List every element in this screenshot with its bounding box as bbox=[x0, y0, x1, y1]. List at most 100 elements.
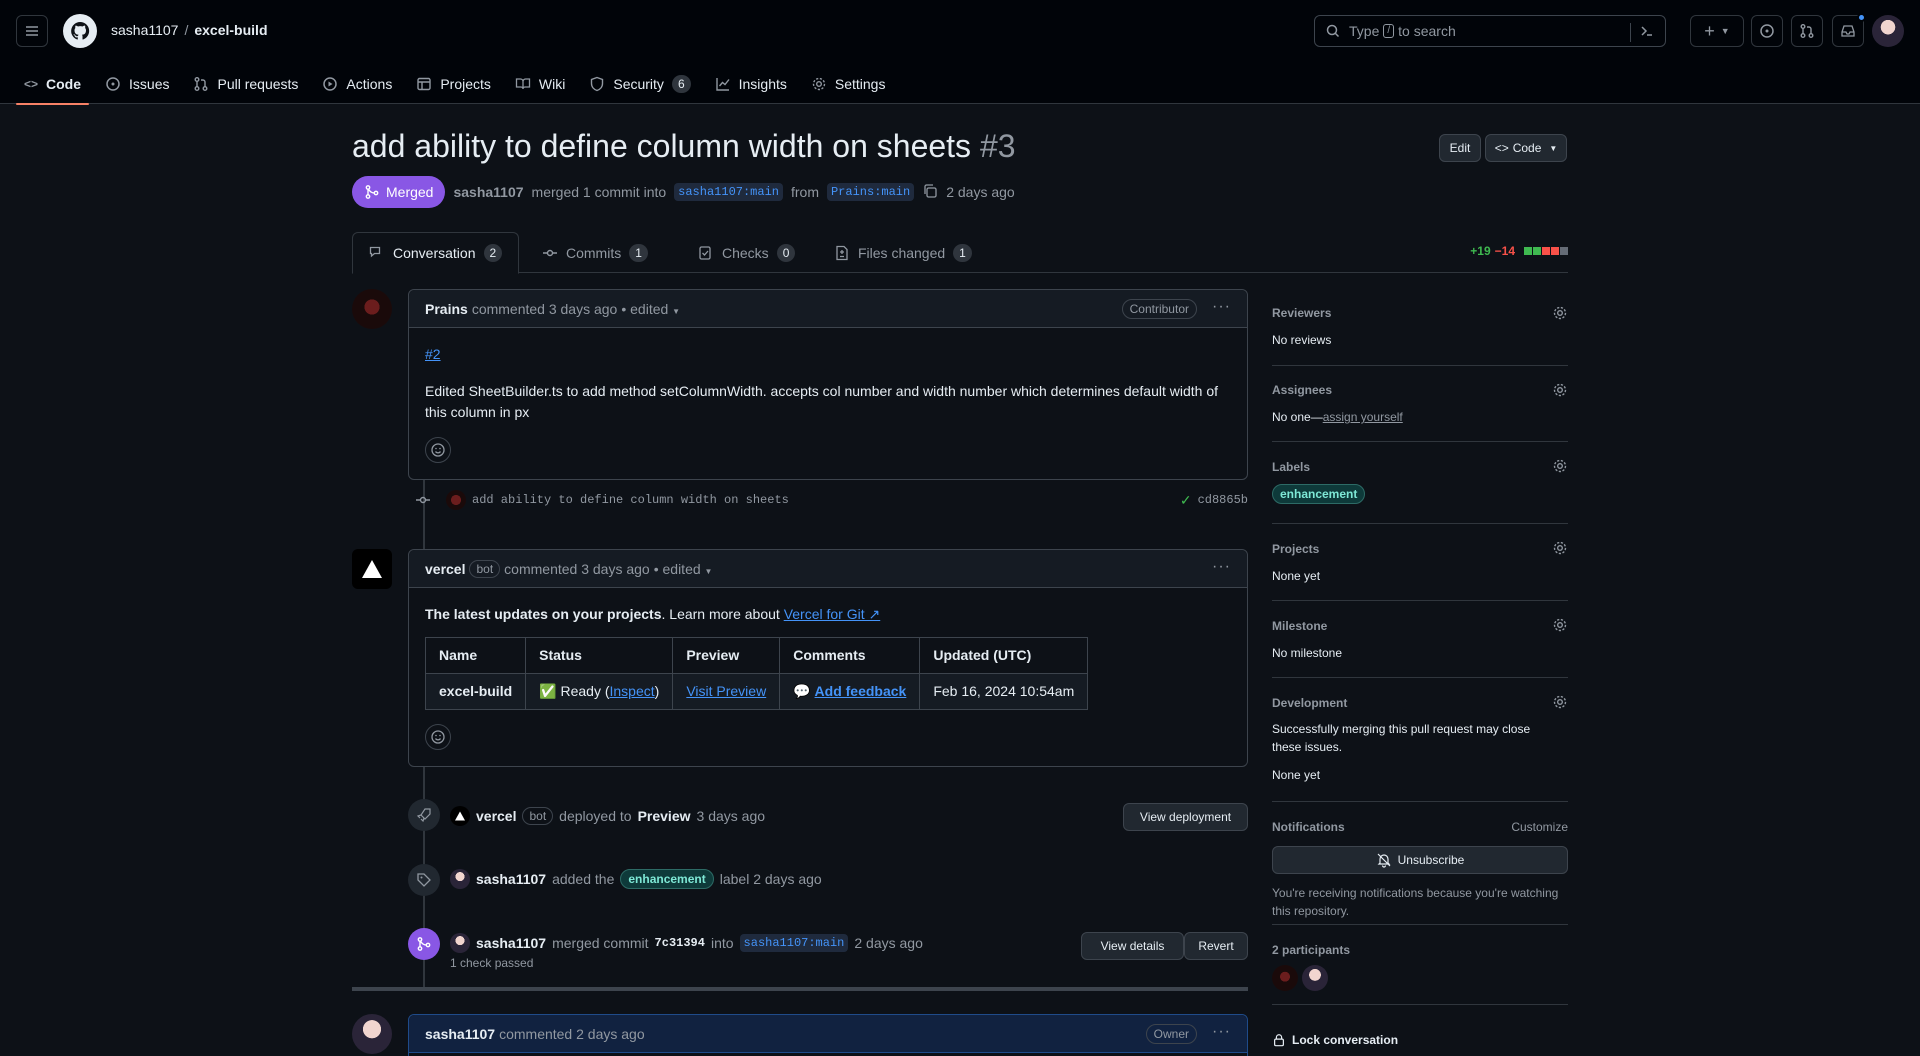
tab-code[interactable]: <> Code bbox=[12, 64, 93, 105]
gear-icon[interactable] bbox=[1552, 617, 1568, 636]
projects-section[interactable]: Projects None yet bbox=[1272, 524, 1568, 601]
head-branch[interactable]: Prains:main bbox=[826, 183, 915, 201]
timeline-divider bbox=[352, 987, 1248, 991]
gear-icon[interactable] bbox=[1552, 540, 1568, 559]
edit-title-button[interactable]: Edit bbox=[1439, 134, 1481, 162]
tab-actions[interactable]: Actions bbox=[310, 64, 404, 104]
reviewers-section[interactable]: Reviewers No reviews bbox=[1272, 288, 1568, 366]
milestone-section[interactable]: Milestone No milestone bbox=[1272, 601, 1568, 678]
tab-checks[interactable]: Checks 0 bbox=[682, 232, 811, 273]
avatar[interactable] bbox=[446, 490, 466, 510]
comment-timestamp[interactable]: commented 2 days ago bbox=[499, 1026, 645, 1042]
tab-files-changed[interactable]: Files changed 1 bbox=[818, 232, 988, 273]
security-count: 6 bbox=[671, 75, 691, 93]
issue-link[interactable]: #2 bbox=[425, 346, 441, 362]
smiley-icon bbox=[431, 730, 445, 744]
actor-link[interactable]: sasha1107 bbox=[476, 935, 546, 951]
actor-link[interactable]: vercel bbox=[476, 808, 516, 824]
environment-link[interactable]: Preview bbox=[638, 808, 691, 824]
search-shortcut-key: / bbox=[1383, 24, 1395, 38]
revert-button[interactable]: Revert bbox=[1184, 932, 1248, 960]
gear-icon[interactable] bbox=[1552, 458, 1568, 477]
lock-conversation-link[interactable]: Lock conversation bbox=[1272, 1033, 1398, 1047]
create-new-button[interactable]: + ▼ bbox=[1690, 15, 1744, 47]
table-row: excel-build ✅ Ready (Inspect) Visit Prev… bbox=[424, 673, 1089, 710]
label-badge[interactable]: enhancement bbox=[1272, 484, 1366, 504]
assign-yourself-link[interactable]: assign yourself bbox=[1323, 410, 1403, 424]
comment-author[interactable]: vercel bbox=[425, 561, 465, 577]
avatar[interactable] bbox=[352, 289, 392, 329]
tab-issues[interactable]: Issues bbox=[93, 64, 181, 104]
tab-conversation[interactable]: Conversation 2 bbox=[352, 232, 520, 274]
tag-icon bbox=[408, 864, 440, 896]
comment-timestamp[interactable]: commented 3 days ago bbox=[472, 301, 618, 317]
add-reaction-button[interactable] bbox=[425, 437, 451, 463]
avatar[interactable] bbox=[352, 549, 392, 589]
participant-avatar[interactable] bbox=[1302, 965, 1328, 991]
pull-requests-button[interactable] bbox=[1791, 15, 1823, 47]
owner-link[interactable]: sasha1107 bbox=[111, 22, 178, 38]
add-reaction-button[interactable] bbox=[425, 724, 451, 750]
visit-preview-link[interactable]: Visit Preview bbox=[686, 683, 766, 699]
avatar[interactable] bbox=[450, 806, 470, 826]
participant-avatar[interactable] bbox=[1272, 965, 1298, 991]
menu-button[interactable] bbox=[16, 15, 48, 47]
gear-icon[interactable] bbox=[1552, 305, 1568, 324]
copy-icon[interactable] bbox=[922, 183, 938, 202]
user-avatar[interactable] bbox=[1872, 15, 1904, 47]
notifications-button[interactable] bbox=[1832, 13, 1866, 47]
tab-commits[interactable]: Commits 1 bbox=[526, 232, 664, 273]
search-input[interactable]: Type / to search bbox=[1314, 15, 1666, 47]
tab-security[interactable]: Security 6 bbox=[577, 64, 702, 104]
code-icon: <> bbox=[1494, 141, 1509, 155]
kebab-icon[interactable]: ··· bbox=[1212, 298, 1231, 316]
comment-timestamp[interactable]: commented 3 days ago bbox=[504, 561, 650, 577]
label-badge[interactable]: enhancement bbox=[620, 869, 714, 889]
issues-button[interactable] bbox=[1751, 15, 1783, 47]
diffstat: +19 −14 bbox=[1470, 244, 1568, 258]
avatar[interactable] bbox=[450, 869, 470, 889]
commit-message[interactable]: add ability to define column width on sh… bbox=[472, 493, 789, 507]
view-details-button[interactable]: View details bbox=[1081, 932, 1184, 960]
customize-link[interactable]: Customize bbox=[1511, 820, 1568, 834]
edited-dropdown[interactable]: • edited ▼ bbox=[654, 561, 713, 577]
base-branch[interactable]: sasha1107:main bbox=[739, 934, 849, 952]
avatar[interactable] bbox=[352, 1014, 392, 1054]
gear-icon[interactable] bbox=[1552, 382, 1568, 401]
pr-author-link[interactable]: sasha1107 bbox=[453, 184, 523, 200]
repo-link[interactable]: excel-build bbox=[194, 22, 267, 38]
unsubscribe-button[interactable]: Unsubscribe bbox=[1272, 846, 1568, 874]
commit-sha[interactable]: cd8865b bbox=[1198, 493, 1248, 507]
base-branch[interactable]: sasha1107:main bbox=[674, 183, 783, 201]
development-section[interactable]: Development Successfully merging this pu… bbox=[1272, 678, 1568, 802]
gear-icon[interactable] bbox=[1552, 694, 1568, 713]
vercel-git-link[interactable]: Vercel for Git ↗ bbox=[784, 606, 881, 622]
label-event: sasha1107 added the enhancement label 2 … bbox=[450, 869, 822, 889]
actor-link[interactable]: sasha1107 bbox=[476, 871, 546, 887]
comment-discussion-icon bbox=[369, 246, 381, 258]
pr-number: #3 bbox=[979, 128, 1016, 164]
tab-wiki[interactable]: Wiki bbox=[503, 64, 577, 104]
inbox-icon bbox=[1841, 25, 1855, 37]
add-feedback-link[interactable]: Add feedback bbox=[815, 683, 907, 699]
comment-author[interactable]: Prains bbox=[425, 301, 468, 317]
inspect-link[interactable]: Inspect bbox=[610, 683, 655, 699]
tab-insights[interactable]: Insights bbox=[703, 64, 799, 104]
avatar[interactable] bbox=[450, 933, 470, 953]
assignees-section[interactable]: Assignees No one—assign yourself bbox=[1272, 366, 1568, 442]
merge-commit-sha[interactable]: 7c31394 bbox=[655, 936, 705, 950]
kebab-icon[interactable]: ··· bbox=[1212, 558, 1231, 576]
tab-settings[interactable]: Settings bbox=[799, 64, 898, 104]
tab-projects[interactable]: Projects bbox=[404, 64, 503, 104]
git-merge-icon bbox=[365, 185, 379, 199]
code-dropdown-button[interactable]: <> Code ▼ bbox=[1485, 134, 1567, 162]
command-palette-icon[interactable] bbox=[1630, 23, 1655, 42]
labels-section[interactable]: Labels enhancement bbox=[1272, 442, 1568, 524]
kebab-icon[interactable]: ··· bbox=[1212, 1023, 1231, 1041]
edited-dropdown[interactable]: • edited ▼ bbox=[621, 301, 680, 317]
comment-author[interactable]: sasha1107 bbox=[425, 1026, 495, 1042]
view-deployment-button[interactable]: View deployment bbox=[1123, 803, 1248, 831]
tab-pull-requests[interactable]: Pull requests bbox=[181, 64, 310, 104]
checks-status[interactable]: 1 check passed bbox=[450, 956, 533, 970]
github-logo-icon[interactable] bbox=[63, 14, 97, 48]
